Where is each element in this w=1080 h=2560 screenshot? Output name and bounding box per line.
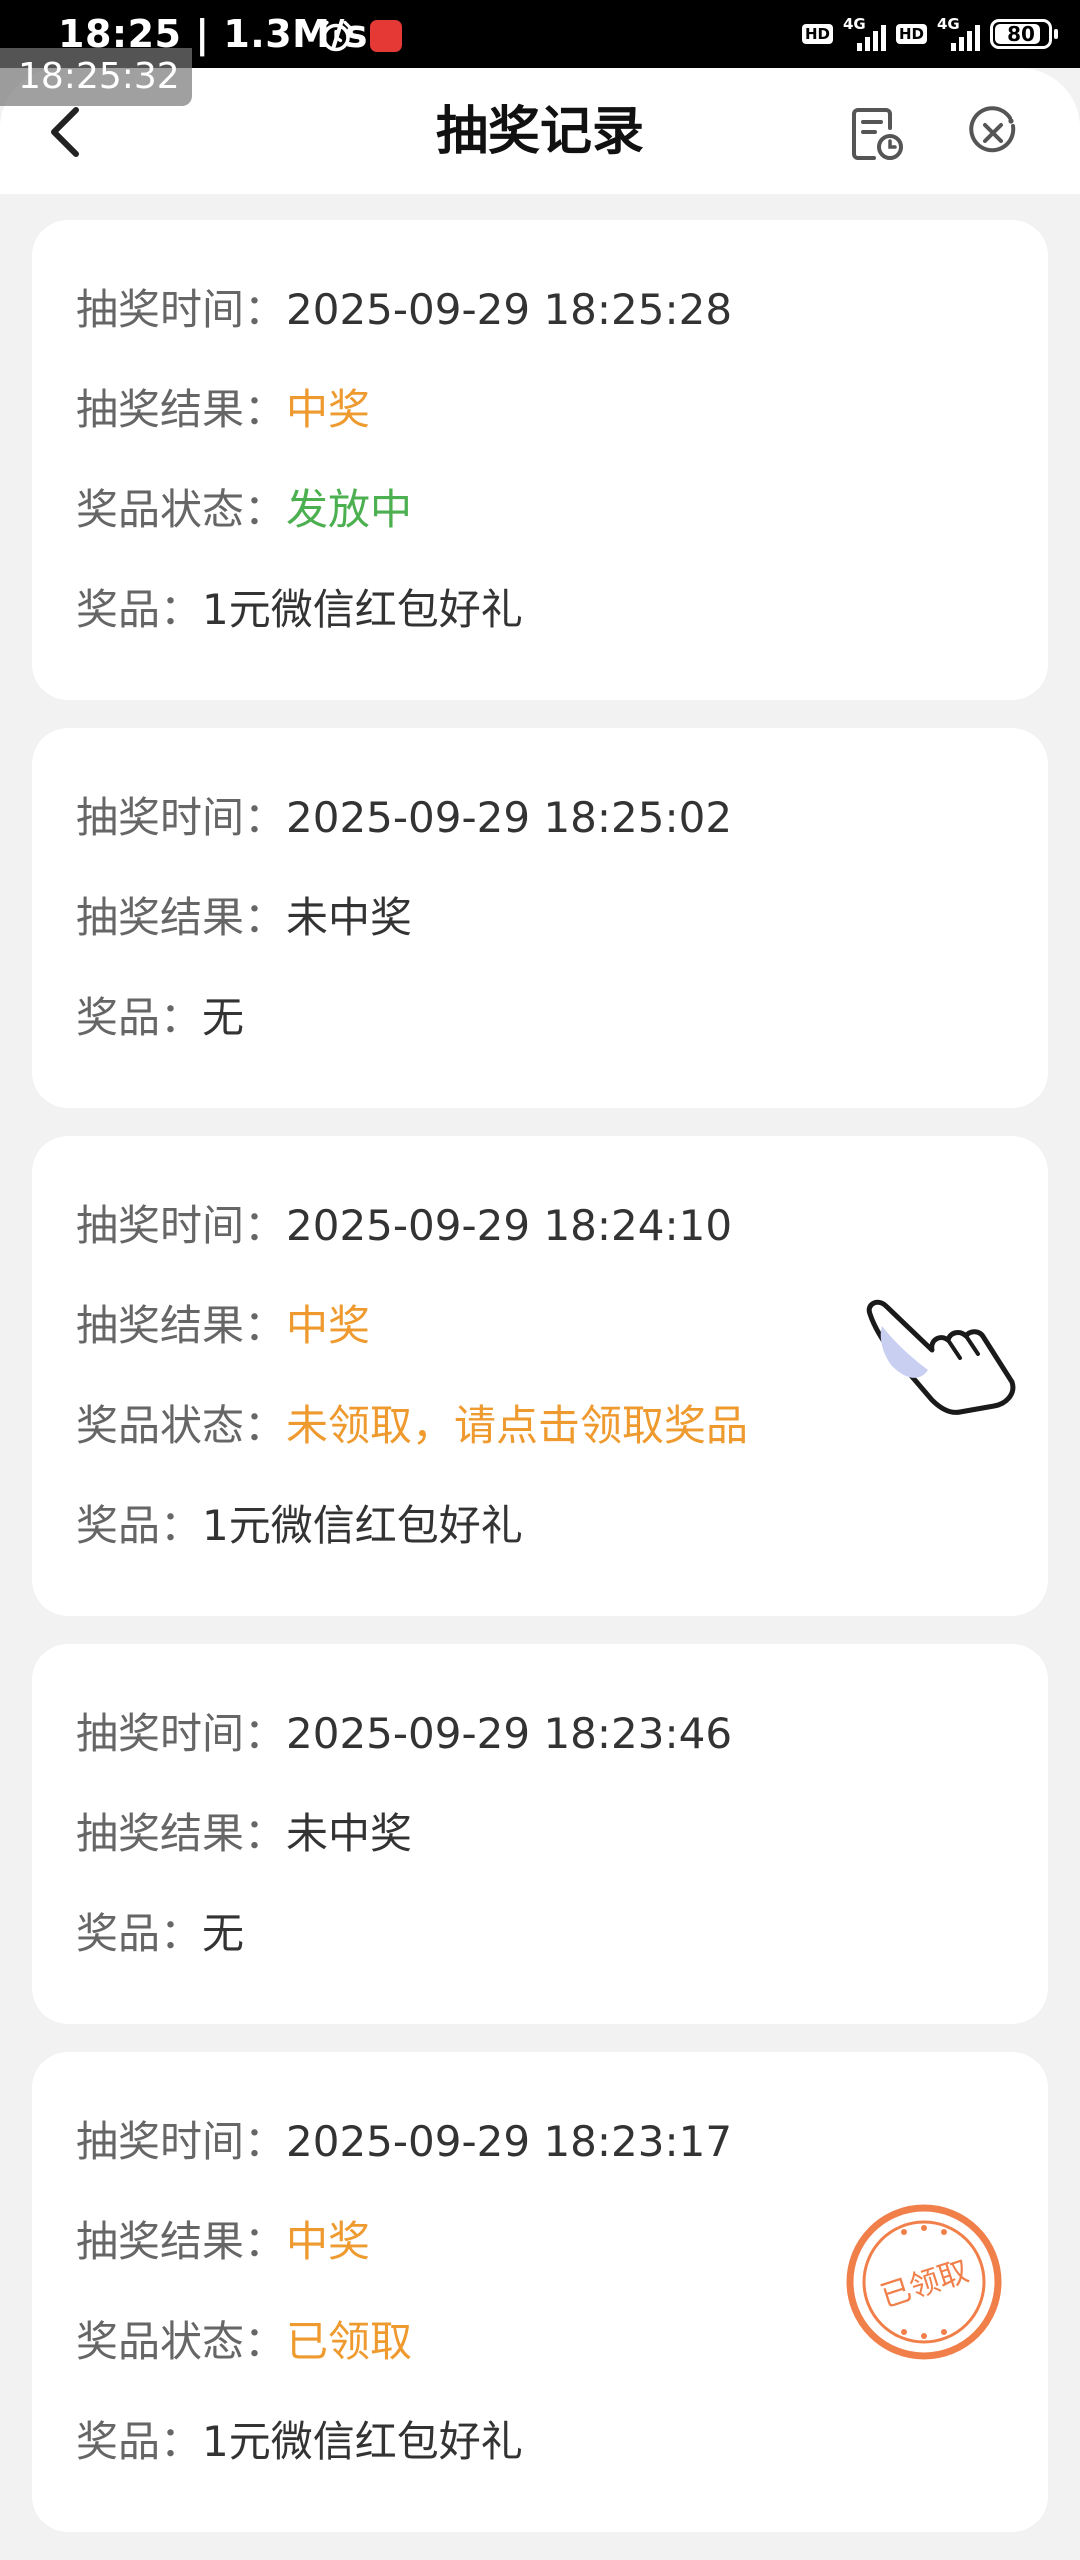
record-result-value: 中奖 xyxy=(286,2217,371,2266)
lottery-record-list: 抽奖时间： 2025-09-29 18:25:28 抽奖结果： 中奖 奖品状态：… xyxy=(32,220,1048,2560)
record-result-label: 抽奖结果： xyxy=(76,1301,287,1350)
hd-badge: HD xyxy=(801,24,833,44)
close-icon[interactable] xyxy=(966,106,1020,160)
record-time-row: 抽奖时间： 2025-09-29 18:23:46 xyxy=(76,1684,1004,1784)
record-result-value: 中奖 xyxy=(286,1301,371,1350)
record-prize-label: 奖品： xyxy=(76,2417,203,2466)
page-title: 抽奖记录 xyxy=(435,102,644,162)
record-time-label: 抽奖时间： xyxy=(76,285,287,334)
record-card: 抽奖时间： 2025-09-29 18:25:02 抽奖结果： 未中奖 奖品： … xyxy=(32,728,1048,1108)
record-status-label: 奖品状态： xyxy=(76,485,287,534)
record-status-label: 奖品状态： xyxy=(76,1401,287,1450)
record-prize-label: 奖品： xyxy=(76,1501,203,1550)
history-record-icon[interactable] xyxy=(846,102,908,164)
app-notification-icon xyxy=(370,20,402,52)
record-time-row: 抽奖时间： 2025-09-29 18:25:02 xyxy=(76,768,1004,868)
record-time-row: 抽奖时间： 2025-09-29 18:24:10 xyxy=(76,1176,1004,1276)
battery-icon: 80 xyxy=(990,19,1058,49)
record-time-value: 2025-09-29 18:25:02 xyxy=(286,793,733,842)
record-time-label: 抽奖时间： xyxy=(76,1709,287,1758)
status-right: HD 4G HD 4G 80 xyxy=(801,14,1058,54)
alarm-icon xyxy=(320,20,352,52)
record-prize-value: 1元微信红包好礼 xyxy=(202,2417,523,2466)
record-prize-row: 奖品： 1元微信红包好礼 xyxy=(76,2392,1004,2492)
record-prize-value: 无 xyxy=(202,1909,245,1958)
record-prize-value: 无 xyxy=(202,993,245,1042)
record-result-value: 未中奖 xyxy=(286,1809,413,1858)
record-result-value: 中奖 xyxy=(286,385,371,434)
record-time-label: 抽奖时间： xyxy=(76,1201,287,1250)
record-card: 抽奖时间： 2025-09-29 18:23:46 抽奖结果： 未中奖 奖品： … xyxy=(32,1644,1048,2024)
record-result-label: 抽奖结果： xyxy=(76,1809,287,1858)
hd-badge: HD xyxy=(895,24,927,44)
signal-icon: 4G xyxy=(843,15,886,51)
record-time-label: 抽奖时间： xyxy=(76,793,287,842)
record-result-value: 未中奖 xyxy=(286,893,413,942)
record-status-value: 已领取 xyxy=(286,2317,413,2366)
record-status-label: 奖品状态： xyxy=(76,2317,287,2366)
signal-icon: 4G xyxy=(937,15,980,51)
record-time-value: 2025-09-29 18:23:17 xyxy=(286,2117,733,2166)
claimed-stamp: 已领取 xyxy=(846,2204,1002,2360)
record-prize-row: 奖品： 无 xyxy=(76,968,1004,1068)
record-prize-row: 奖品： 1元微信红包好礼 xyxy=(76,560,1004,660)
record-prize-label: 奖品： xyxy=(76,585,203,634)
record-time-value: 2025-09-29 18:25:28 xyxy=(286,285,733,334)
record-time-row: 抽奖时间： 2025-09-29 18:23:17 xyxy=(76,2092,1004,2192)
record-card: 抽奖时间： 2025-09-29 18:25:28 抽奖结果： 中奖 奖品状态：… xyxy=(32,220,1048,700)
record-result-label: 抽奖结果： xyxy=(76,2217,287,2266)
record-prize-value: 1元微信红包好礼 xyxy=(202,1501,523,1550)
record-result-label: 抽奖结果： xyxy=(76,385,287,434)
record-card-unclaimed[interactable]: 抽奖时间： 2025-09-29 18:24:10 抽奖结果： 中奖 奖品状态：… xyxy=(32,1136,1048,1616)
screen-recorder-clock: 18:25:32 xyxy=(0,48,192,106)
record-prize-row: 奖品： 1元微信红包好礼 xyxy=(76,1476,1004,1576)
record-time-label: 抽奖时间： xyxy=(76,2117,287,2166)
record-result-row: 抽奖结果： 未中奖 xyxy=(76,1784,1004,1884)
record-prize-label: 奖品： xyxy=(76,1909,203,1958)
record-result-row: 抽奖结果： 中奖 xyxy=(76,360,1004,460)
record-card: 抽奖时间： 2025-09-29 18:23:17 抽奖结果： 中奖 奖品状态：… xyxy=(32,2052,1048,2532)
record-result-label: 抽奖结果： xyxy=(76,893,287,942)
record-time-value: 2025-09-29 18:24:10 xyxy=(286,1201,733,1250)
record-prize-value: 1元微信红包好礼 xyxy=(202,585,523,634)
claim-prize-link[interactable]: 未领取，请点击领取奖品 xyxy=(286,1376,748,1476)
record-status-row: 奖品状态： 发放中 xyxy=(76,460,1004,560)
record-result-row: 抽奖结果： 未中奖 xyxy=(76,868,1004,968)
record-prize-label: 奖品： xyxy=(76,993,203,1042)
record-time-row: 抽奖时间： 2025-09-29 18:25:28 xyxy=(76,260,1004,360)
record-prize-row: 奖品： 无 xyxy=(76,1884,1004,1984)
pointing-hand-icon[interactable] xyxy=(862,1296,1022,1416)
stamp-text: 已领取 xyxy=(877,2254,973,2315)
record-status-value: 发放中 xyxy=(286,485,413,534)
record-time-value: 2025-09-29 18:23:46 xyxy=(286,1709,733,1758)
